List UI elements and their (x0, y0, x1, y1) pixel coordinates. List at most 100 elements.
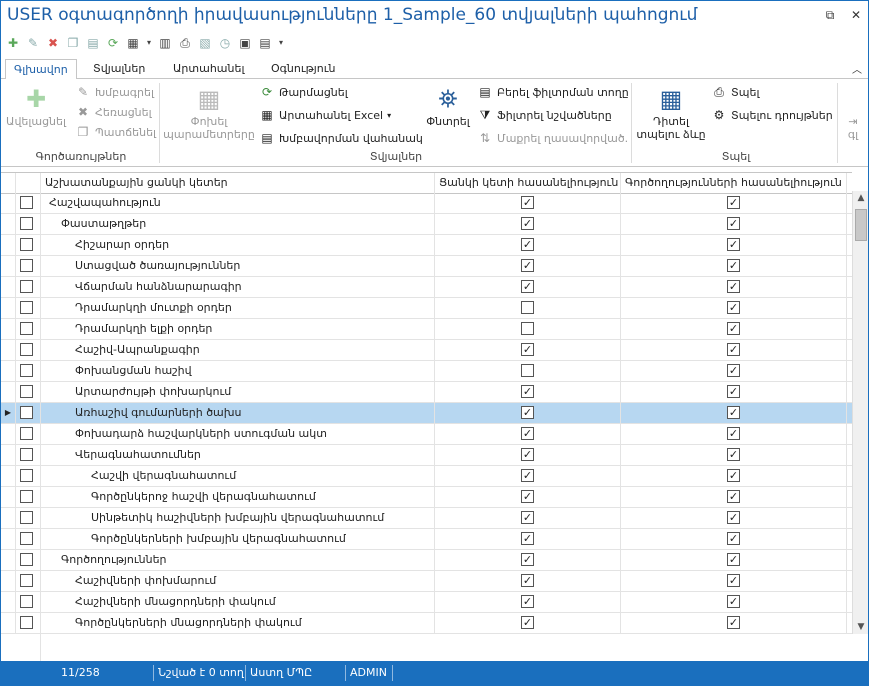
table-row[interactable]: Հաշվապահություն (1, 193, 852, 214)
layout-icon[interactable]: ▣ (237, 35, 253, 51)
extra-button[interactable]: ⇥ գլ (841, 115, 865, 141)
row-select-checkbox[interactable] (20, 300, 33, 314)
row-select-checkbox[interactable] (20, 321, 33, 335)
row-select-checkbox[interactable] (20, 552, 33, 566)
menu-access-checkbox[interactable] (521, 342, 534, 356)
tab-help[interactable]: Օգնություն (263, 59, 343, 79)
ops-access-checkbox[interactable] (727, 195, 740, 209)
columns-icon[interactable]: ▤ (257, 35, 273, 51)
column-header-name[interactable]: Աշխատանքային ցանկի կետեր (41, 173, 435, 194)
export-excel-button[interactable]: ▦ Արտահանել Excel ▾ (259, 106, 391, 124)
tab-home[interactable]: Գլխավոր (5, 59, 77, 80)
ops-access-checkbox[interactable] (727, 594, 740, 608)
row-select-checkbox[interactable] (20, 342, 33, 356)
copy-button[interactable]: ❐ Պատճենել (75, 123, 156, 141)
table-row[interactable]: Վճարման հանձնարարագիր (1, 277, 852, 298)
collapse-ribbon-icon[interactable]: ︿ (852, 61, 862, 76)
menu-access-checkbox[interactable] (521, 405, 534, 419)
view-icon[interactable]: ▤ (85, 35, 101, 51)
print-button[interactable]: ⎙ Տպել (711, 83, 759, 101)
filter-selected-button[interactable]: ⧩ Ֆիլտրել նշվածները (477, 106, 612, 124)
table-row[interactable]: Գործընկերոջ հաշվի վերագնահատում (1, 487, 852, 508)
ops-access-checkbox[interactable] (727, 363, 740, 377)
add-icon[interactable]: ✚ (5, 35, 21, 51)
menu-access-checkbox[interactable] (521, 426, 534, 440)
table-row[interactable]: Փաստաթղթեր (1, 214, 852, 235)
row-select-checkbox[interactable] (20, 258, 33, 272)
row-select-checkbox[interactable] (20, 195, 33, 209)
ops-access-checkbox[interactable] (727, 342, 740, 356)
print-preview-icon[interactable]: ▥ (157, 35, 173, 51)
menu-access-checkbox[interactable] (521, 363, 534, 377)
table-row[interactable]: Հաշիվների մնացորդների փակում (1, 592, 852, 613)
ops-access-checkbox[interactable] (727, 279, 740, 293)
menu-access-checkbox[interactable] (521, 489, 534, 503)
menu-access-checkbox[interactable] (521, 510, 534, 524)
grouping-panel-button[interactable]: ▤ Խմբավորման վահանակ (259, 129, 423, 147)
scroll-up-icon[interactable]: ▲ (853, 191, 869, 205)
vertical-scrollbar[interactable]: ▲ ▼ (852, 191, 868, 634)
copy-icon[interactable]: ❐ (65, 35, 81, 51)
row-select-checkbox[interactable] (20, 216, 33, 230)
scroll-thumb[interactable] (855, 209, 867, 241)
ops-access-checkbox[interactable] (727, 447, 740, 461)
history-icon[interactable]: ◷ (217, 35, 233, 51)
menu-access-checkbox[interactable] (521, 279, 534, 293)
row-select-checkbox[interactable] (20, 237, 33, 251)
delete-button[interactable]: ✖ Հեռացնել (75, 103, 152, 121)
table-row[interactable]: Փոխադարձ հաշվարկների ստուգման ակտ (1, 424, 852, 445)
menu-access-checkbox[interactable] (521, 237, 534, 251)
refresh-icon[interactable]: ⟳ (105, 35, 121, 51)
edit-button[interactable]: ✎ Խմբագրել (75, 83, 154, 101)
print-settings-button[interactable]: ⚙ Տպելու դրույթներ (711, 106, 833, 124)
export-icon[interactable]: ▧ (197, 35, 213, 51)
print-icon[interactable]: ⎙ (177, 35, 193, 51)
ops-access-checkbox[interactable] (727, 237, 740, 251)
ops-access-checkbox[interactable] (727, 615, 740, 629)
row-select-checkbox[interactable] (20, 447, 33, 461)
table-row[interactable]: Հիշարար օրդեր (1, 235, 852, 256)
column-header-ops-access[interactable]: Գործողությունների հասանելիություն (621, 173, 847, 194)
row-select-checkbox[interactable] (20, 615, 33, 629)
menu-access-checkbox[interactable] (521, 573, 534, 587)
menu-access-checkbox[interactable] (521, 615, 534, 629)
row-select-checkbox[interactable] (20, 489, 33, 503)
menu-access-checkbox[interactable] (521, 258, 534, 272)
menu-access-checkbox[interactable] (521, 468, 534, 482)
table-row[interactable]: Հաշիվների փոխմարում (1, 571, 852, 592)
table-row[interactable]: ▶ Առհաշիվ գումարների ծախս (1, 403, 852, 424)
row-select-checkbox[interactable] (20, 426, 33, 440)
table-row[interactable]: Դրամարկղի ելքի օրդեր (1, 319, 852, 340)
restore-icon[interactable]: ⧉ (824, 8, 836, 22)
find-button[interactable]: ⛯ Փնտրել (423, 85, 473, 128)
clear-filter-button[interactable]: ⇅ Մաքրել ղասավորված. (477, 129, 628, 147)
delete-icon[interactable]: ✖ (45, 35, 61, 51)
ops-access-checkbox[interactable] (727, 321, 740, 335)
ops-access-checkbox[interactable] (727, 258, 740, 272)
ops-access-checkbox[interactable] (727, 552, 740, 566)
ops-access-checkbox[interactable] (727, 300, 740, 314)
excel-icon[interactable]: ▦ (125, 35, 141, 51)
tab-export[interactable]: Արտահանել (165, 59, 252, 79)
view-print-form-button[interactable]: ▦ Դիտել տպելու ձևը (635, 85, 707, 141)
table-row[interactable]: Ստացված ծառայություններ (1, 256, 852, 277)
table-row[interactable]: Փոխանցման հաշիվ (1, 361, 852, 382)
show-filter-row-button[interactable]: ▤ Բերել ֆիլտրման տողը (477, 83, 628, 101)
table-row[interactable]: Սինթետիկ հաշիվների խմբային վերագնահատում (1, 508, 852, 529)
row-select-checkbox[interactable] (20, 468, 33, 482)
ops-access-checkbox[interactable] (727, 426, 740, 440)
menu-access-checkbox[interactable] (521, 321, 534, 335)
row-select-checkbox[interactable] (20, 531, 33, 545)
table-row[interactable]: Գործընկերների մնացորդների փակում (1, 613, 852, 634)
ops-access-checkbox[interactable] (727, 489, 740, 503)
row-select-checkbox[interactable] (20, 510, 33, 524)
dropdown-icon[interactable]: ▾ (145, 35, 153, 51)
ops-access-checkbox[interactable] (727, 216, 740, 230)
table-row[interactable]: Հաշիվ-Ապրանքագիր (1, 340, 852, 361)
table-row[interactable]: Վերագնահատումներ (1, 445, 852, 466)
table-row[interactable]: Գործընկերների խմբային վերագնահատում (1, 529, 852, 550)
menu-access-checkbox[interactable] (521, 552, 534, 566)
ops-access-checkbox[interactable] (727, 468, 740, 482)
ops-access-checkbox[interactable] (727, 384, 740, 398)
table-row[interactable]: Արտարժույթի փոխարկում (1, 382, 852, 403)
